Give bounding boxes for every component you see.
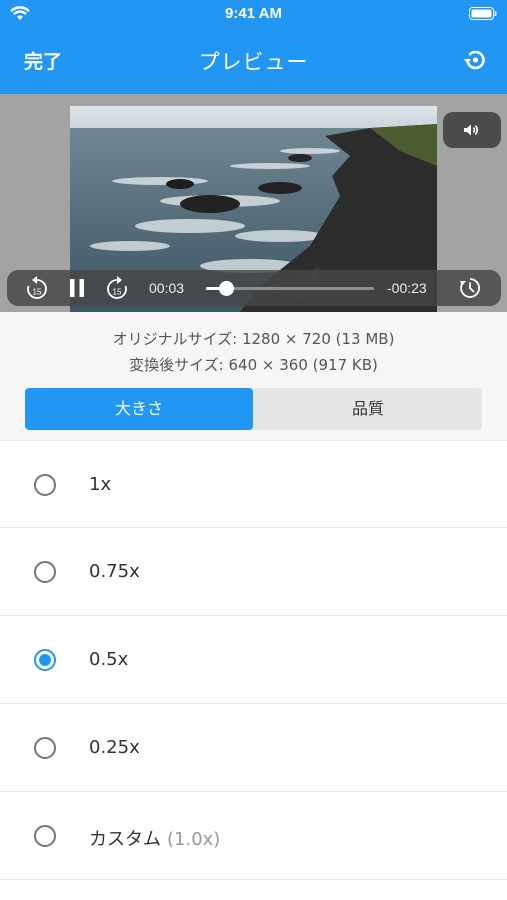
remaining-time: -00:23 xyxy=(387,280,427,296)
option-0-25x[interactable]: 0.25x xyxy=(0,704,507,792)
current-time: 00:03 xyxy=(149,280,185,296)
option-1x[interactable]: 1x xyxy=(0,440,507,528)
option-label: 0.25x xyxy=(89,737,140,758)
segment-quality[interactable]: 品質 xyxy=(254,388,482,430)
svg-text:15: 15 xyxy=(113,288,122,297)
option-label: 0.75x xyxy=(89,561,140,582)
battery-icon xyxy=(469,7,497,20)
info-section: オリジナルサイズ: 1280 × 720 (13 MB) 変換後サイズ: 640… xyxy=(0,312,507,440)
segmented-control: 大きさ 品質 xyxy=(25,388,482,430)
status-bar: 9:41 AM xyxy=(0,0,507,28)
speaker-icon xyxy=(464,124,479,136)
status-time: 9:41 AM xyxy=(225,5,282,22)
svg-text:15: 15 xyxy=(33,288,42,297)
segment-size[interactable]: 大きさ xyxy=(25,388,253,430)
page-title: プレビュー xyxy=(198,50,309,74)
option-label: カスタム (1.0x) xyxy=(89,829,221,850)
radio-button[interactable] xyxy=(34,561,56,583)
original-size-text: オリジナルサイズ: 1280 × 720 (13 MB) xyxy=(112,330,395,348)
option-0-5x[interactable]: 0.5x xyxy=(0,616,507,704)
option-custom[interactable]: カスタム (1.0x) xyxy=(0,792,507,880)
option-0-75x[interactable]: 0.75x xyxy=(0,528,507,616)
progress-knob[interactable] xyxy=(219,281,235,296)
option-sublabel: (1.0x) xyxy=(167,829,221,850)
reset-icon[interactable] xyxy=(461,46,489,74)
pause-icon[interactable] xyxy=(67,278,87,298)
radio-button[interactable] xyxy=(34,737,56,759)
radio-button[interactable] xyxy=(34,825,56,847)
option-label: 1x xyxy=(89,474,112,495)
progress-slider[interactable] xyxy=(206,281,374,296)
skip-forward-15-icon[interactable]: 15 xyxy=(105,275,129,301)
skip-back-15-icon[interactable]: 15 xyxy=(25,275,49,301)
option-label: 0.5x xyxy=(89,649,129,670)
radio-button[interactable] xyxy=(34,474,56,496)
volume-button[interactable] xyxy=(443,112,501,148)
converted-size-text: 変換後サイズ: 640 × 360 (917 KB) xyxy=(129,356,378,374)
video-player: 15 15 00:03 -00:23 xyxy=(0,94,507,312)
top-bar: 9:41 AM 完了 プレビュー xyxy=(0,0,507,94)
radio-button-selected[interactable] xyxy=(34,649,56,671)
playback-controls: 15 15 00:03 -00:23 xyxy=(7,270,501,306)
playback-speed-icon[interactable] xyxy=(459,277,481,299)
scale-option-list: 1x 0.75x 0.5x 0.25x カスタム (1.0x) xyxy=(0,440,507,880)
